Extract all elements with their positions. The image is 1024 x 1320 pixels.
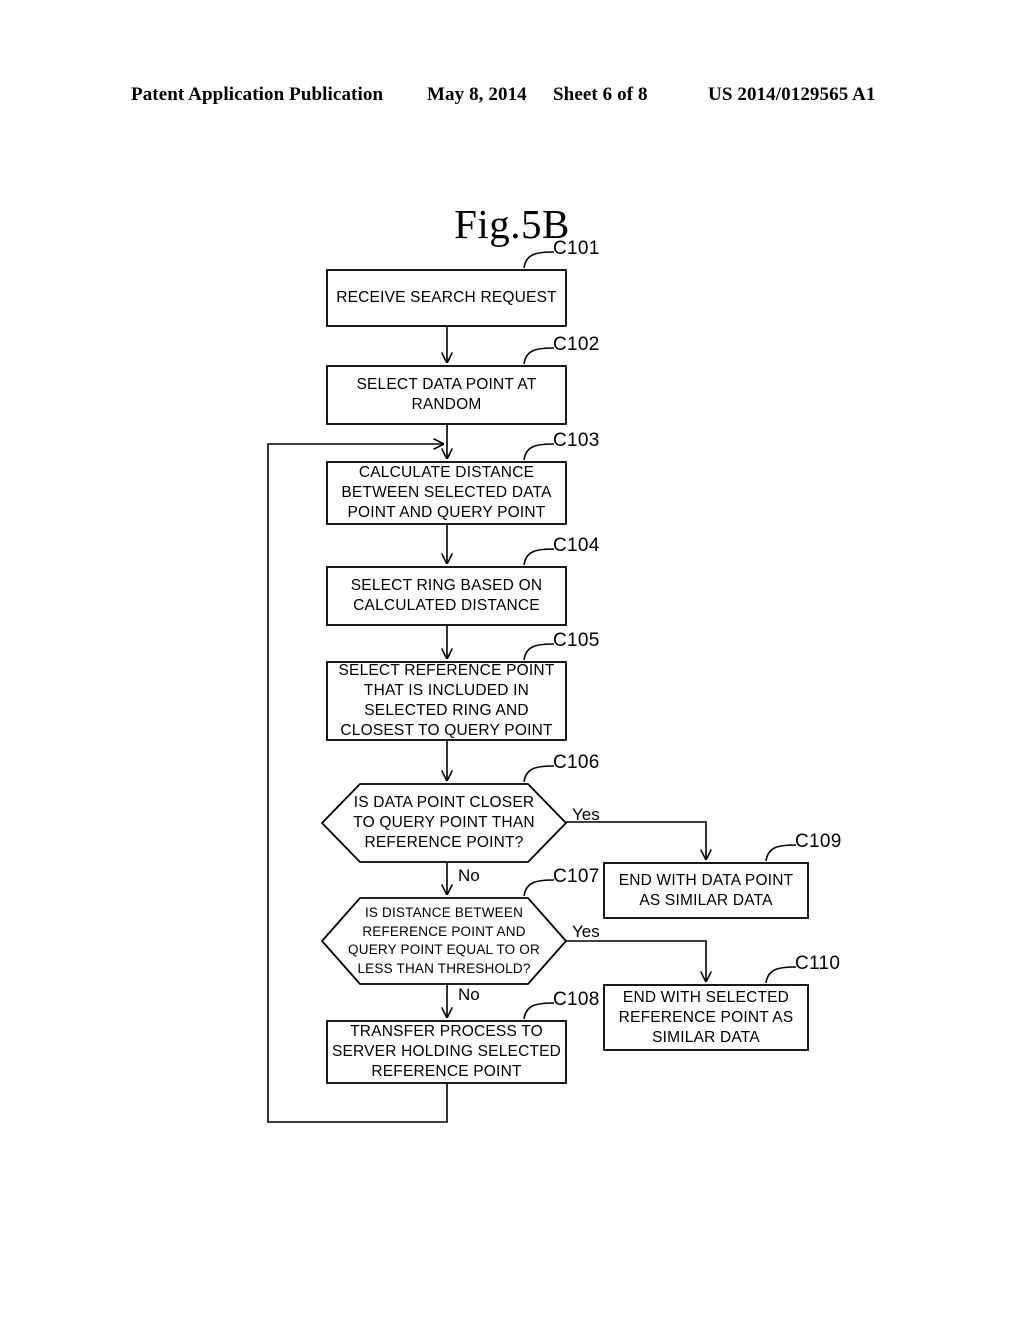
reference-leader-c105 — [523, 643, 555, 661]
flow-node-c106 — [320, 783, 568, 863]
step-reference-c109: C109 — [795, 831, 842, 852]
flow-node-c104 — [326, 566, 567, 626]
flowchart — [0, 0, 1024, 1320]
flow-node-c109 — [603, 862, 809, 919]
connectors — [267, 326, 706, 1123]
step-reference-c101: C101 — [553, 238, 600, 259]
reference-leader-c106 — [523, 765, 555, 783]
reference-leader-c104 — [523, 548, 555, 566]
branch-label-c107-no: No — [458, 985, 480, 1004]
reference-leader-c101 — [523, 251, 555, 269]
flow-node-c110 — [603, 984, 809, 1051]
connector-c107-yes-c110 — [566, 940, 706, 981]
reference-leader-c110 — [765, 966, 797, 984]
reference-leader-c102 — [523, 347, 555, 365]
reference-leader-c103 — [523, 443, 555, 461]
step-reference-c107: C107 — [553, 866, 600, 887]
reference-leader-c109 — [765, 844, 797, 862]
reference-leader-c108 — [523, 1002, 555, 1020]
step-reference-c108: C108 — [553, 989, 600, 1010]
flowchart-svg — [267, 251, 809, 1123]
connector-c106-yes-c109 — [566, 821, 706, 859]
step-reference-c105: C105 — [553, 630, 600, 651]
step-reference-c102: C102 — [553, 334, 600, 355]
branch-label-c106-no: No — [458, 866, 480, 885]
flow-node-c103 — [326, 461, 567, 525]
flow-node-c102 — [326, 365, 567, 425]
branch-label-c107-yes: Yes — [572, 922, 600, 941]
node-shapes — [320, 269, 809, 1084]
step-reference-c110: C110 — [795, 953, 841, 974]
flow-node-c107 — [320, 897, 568, 985]
flow-node-c105 — [326, 661, 567, 741]
flow-node-c101 — [326, 269, 567, 327]
flow-node-c108 — [326, 1020, 567, 1084]
step-reference-c106: C106 — [553, 752, 600, 773]
step-reference-c104: C104 — [553, 535, 600, 556]
reference-leader-c107 — [523, 879, 555, 897]
branch-label-c106-yes: Yes — [572, 805, 600, 824]
step-reference-c103: C103 — [553, 430, 600, 451]
